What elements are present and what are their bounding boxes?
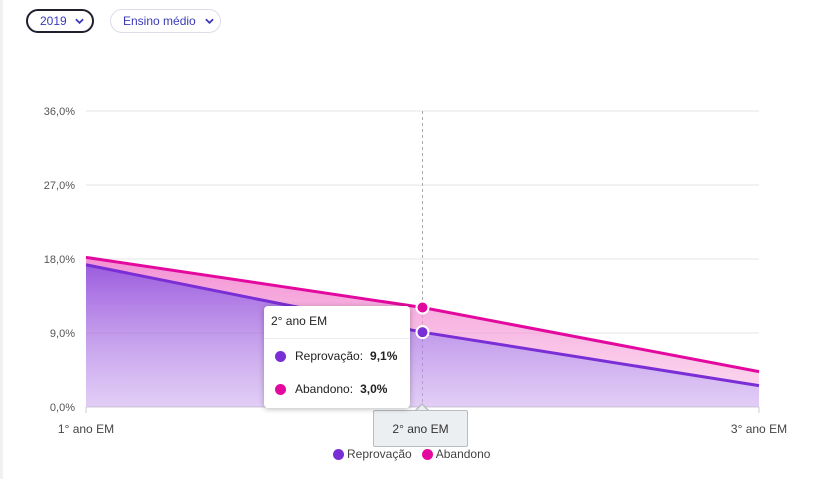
legend-label: Abandono [435,447,491,461]
y-tick-label: 9,0% [50,328,75,340]
chart-tooltip: 2° ano EM Reprovação: 9,1% Abandono: 3,0… [264,306,410,408]
area-chart: 0,0% 9,0% 18,0% 27,0% 36,0% 1° ano EM 3° ano E… [44,106,787,436]
reprovacao-dot-icon [333,448,344,460]
legend-item-abandono[interactable]: Abandono [421,447,491,461]
y-tick-label: 27,0% [44,180,75,192]
tooltip-divider [264,338,410,339]
reprovacao-dot-icon [275,350,286,362]
tooltip-label: Abandono: [295,382,354,396]
tooltip-value: 3,0% [360,382,388,396]
x-tick-label: 1° ano EM [58,422,114,436]
chart-legend: Reprovação Abandono [333,447,500,461]
tooltip-row-abandono: Abandono: 3,0% [275,382,387,396]
tooltip-label: Reprovação: [295,349,364,363]
y-tick-label: 18,0% [44,254,75,266]
y-tick-label: 0,0% [50,402,75,414]
y-tick-label: 36,0% [44,106,75,118]
legend-label: Reprovação [347,447,412,461]
tooltip-title: 2° ano EM [271,314,328,328]
point-reprovacao-highlight [415,325,430,340]
legend-item-reprovacao[interactable]: Reprovação [333,447,412,461]
x-axis-highlight-label: 2° ano EM [373,410,468,447]
point-abandono-highlight [415,300,430,315]
tooltip-row-reprovacao: Reprovação: 9,1% [275,349,397,363]
tooltip-value: 9,1% [370,349,398,363]
x-tick-label: 3° ano EM [731,422,787,436]
abandono-dot-icon [421,448,433,460]
abandono-dot-icon [275,383,286,395]
